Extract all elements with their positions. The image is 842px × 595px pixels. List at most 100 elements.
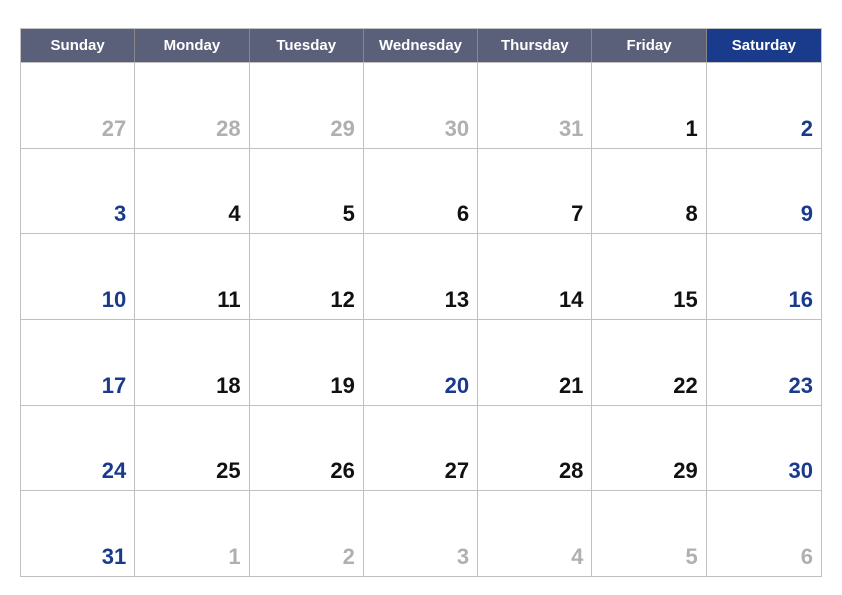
day-cell[interactable]: 21 (478, 320, 592, 405)
day-header-friday: Friday (592, 29, 706, 62)
day-cell[interactable]: 26 (250, 406, 364, 491)
day-cell[interactable]: 29 (592, 406, 706, 491)
day-number: 4 (228, 201, 240, 227)
day-cell[interactable]: 31 (478, 63, 592, 148)
week-row-2: 3 4 5 6 7 8 9 (21, 148, 821, 234)
day-number: 31 (559, 116, 583, 142)
day-cell[interactable]: 27 (364, 406, 478, 491)
day-number: 6 (457, 201, 469, 227)
day-number: 2 (801, 116, 813, 142)
day-cell[interactable]: 19 (250, 320, 364, 405)
day-number: 26 (330, 458, 354, 484)
day-number: 25 (216, 458, 240, 484)
day-number: 4 (571, 544, 583, 570)
day-number: 11 (217, 287, 240, 313)
day-number: 30 (445, 116, 469, 142)
day-number: 22 (673, 373, 697, 399)
day-cell[interactable]: 25 (135, 406, 249, 491)
day-number: 21 (559, 373, 583, 399)
day-number: 13 (445, 287, 469, 313)
day-header-tuesday: Tuesday (250, 29, 364, 62)
day-number: 20 (445, 373, 469, 399)
day-cell[interactable]: 23 (707, 320, 821, 405)
day-number: 14 (559, 287, 583, 313)
day-cell[interactable]: 5 (592, 491, 706, 576)
day-number: 2 (343, 544, 355, 570)
day-number: 28 (216, 116, 240, 142)
day-number: 27 (102, 116, 126, 142)
day-number: 17 (102, 373, 126, 399)
day-number: 6 (801, 544, 813, 570)
day-number: 9 (801, 201, 813, 227)
day-cell[interactable]: 8 (592, 149, 706, 234)
day-cell[interactable]: 15 (592, 234, 706, 319)
day-cell[interactable]: 6 (707, 491, 821, 576)
day-header-monday: Monday (135, 29, 249, 62)
day-cell[interactable]: 27 (21, 63, 135, 148)
day-number: 29 (330, 116, 354, 142)
day-cell[interactable]: 6 (364, 149, 478, 234)
day-cell[interactable]: 1 (135, 491, 249, 576)
day-cell[interactable]: 2 (707, 63, 821, 148)
day-cell[interactable]: 24 (21, 406, 135, 491)
day-cell[interactable]: 11 (135, 234, 249, 319)
day-number: 8 (685, 201, 697, 227)
day-cell[interactable]: 4 (478, 491, 592, 576)
day-number: 1 (228, 544, 240, 570)
day-cell[interactable]: 30 (707, 406, 821, 491)
day-number: 7 (571, 201, 583, 227)
day-number: 5 (343, 201, 355, 227)
day-number: 19 (330, 373, 354, 399)
day-header-thursday: Thursday (478, 29, 592, 62)
day-number: 3 (457, 544, 469, 570)
weeks-container: 2728293031123456789101112131415161718192… (21, 62, 821, 576)
day-headers-row: SundayMondayTuesdayWednesdayThursdayFrid… (21, 29, 821, 62)
day-cell[interactable]: 29 (250, 63, 364, 148)
day-cell[interactable]: 20 (364, 320, 478, 405)
day-number: 23 (789, 373, 813, 399)
day-cell[interactable]: 22 (592, 320, 706, 405)
day-number: 27 (445, 458, 469, 484)
day-number: 15 (673, 287, 697, 313)
day-cell[interactable]: 3 (364, 491, 478, 576)
day-cell[interactable]: 18 (135, 320, 249, 405)
day-number: 10 (102, 287, 126, 313)
week-row-6: 31 1 2 3 4 5 6 (21, 490, 821, 576)
day-cell[interactable]: 12 (250, 234, 364, 319)
day-header-sunday: Sunday (21, 29, 135, 62)
day-cell[interactable]: 4 (135, 149, 249, 234)
day-number: 24 (102, 458, 126, 484)
day-cell[interactable]: 16 (707, 234, 821, 319)
day-cell[interactable]: 30 (364, 63, 478, 148)
day-number: 18 (216, 373, 240, 399)
day-number: 30 (789, 458, 813, 484)
week-row-4: 17 18 19 20 21 22 23 (21, 319, 821, 405)
day-number: 28 (559, 458, 583, 484)
day-cell[interactable]: 7 (478, 149, 592, 234)
day-cell[interactable]: 9 (707, 149, 821, 234)
day-number: 3 (114, 201, 126, 227)
day-cell[interactable]: 17 (21, 320, 135, 405)
day-number: 1 (685, 116, 697, 142)
day-cell[interactable]: 28 (135, 63, 249, 148)
day-number: 12 (330, 287, 354, 313)
day-header-wednesday: Wednesday (364, 29, 478, 62)
day-cell[interactable]: 14 (478, 234, 592, 319)
week-row-3: 10 11 12 13 14 15 16 (21, 233, 821, 319)
day-number: 31 (102, 544, 126, 570)
day-number: 16 (789, 287, 813, 313)
day-cell[interactable]: 31 (21, 491, 135, 576)
day-header-saturday: Saturday (707, 29, 821, 62)
day-cell[interactable]: 2 (250, 491, 364, 576)
day-number: 29 (673, 458, 697, 484)
day-cell[interactable]: 1 (592, 63, 706, 148)
day-cell[interactable]: 3 (21, 149, 135, 234)
day-cell[interactable]: 13 (364, 234, 478, 319)
week-row-5: 24 25 26 27 28 29 30 (21, 405, 821, 491)
day-cell[interactable]: 10 (21, 234, 135, 319)
day-cell[interactable]: 28 (478, 406, 592, 491)
day-number: 5 (685, 544, 697, 570)
calendar-grid: SundayMondayTuesdayWednesdayThursdayFrid… (20, 28, 822, 577)
week-row-1: 27 28 29 30 31 1 2 (21, 62, 821, 148)
day-cell[interactable]: 5 (250, 149, 364, 234)
